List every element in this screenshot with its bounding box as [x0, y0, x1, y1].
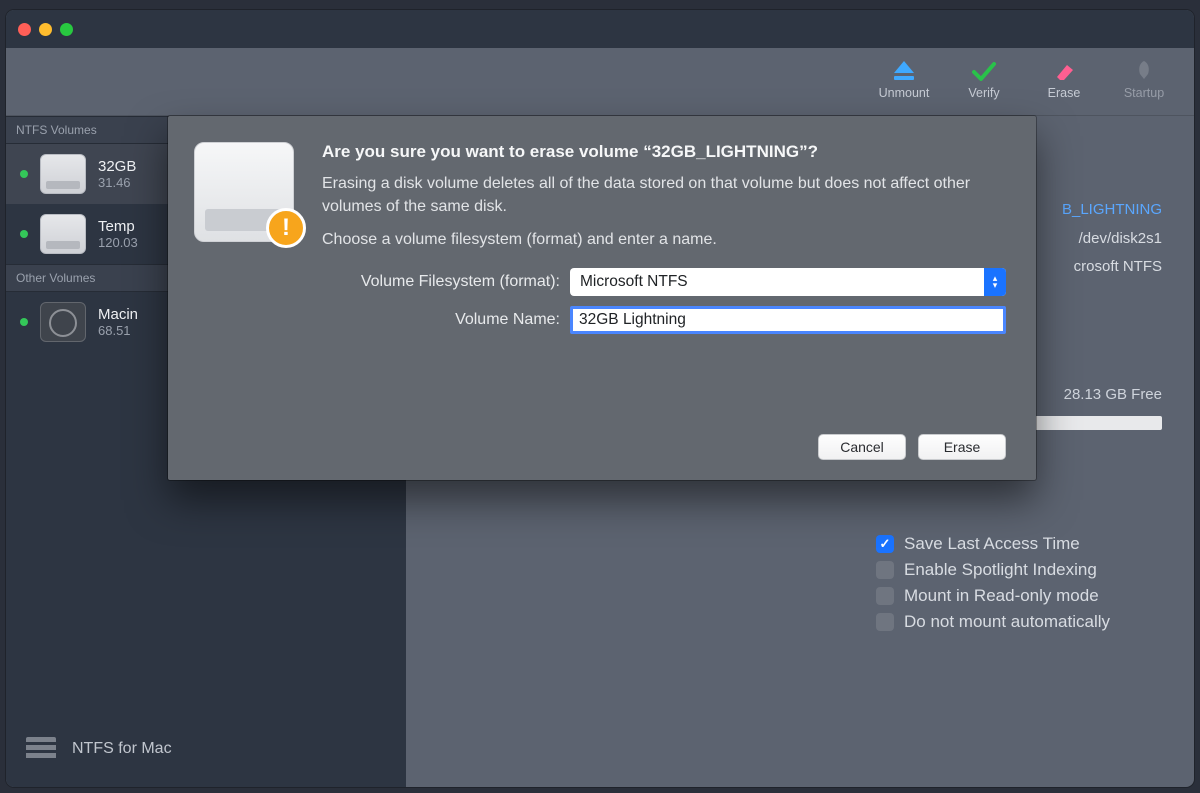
mount-options: Save Last Access Time Enable Spotlight I… — [876, 534, 1110, 632]
checkbox-icon[interactable] — [876, 587, 894, 605]
dialog-title: Are you sure you want to erase volume “3… — [322, 142, 1006, 162]
volume-sub: 120.03 — [98, 235, 138, 250]
startup-button: Startup — [1114, 58, 1174, 100]
dialog-icon: ! — [194, 142, 304, 242]
checkbox-icon[interactable] — [876, 535, 894, 553]
app-icon — [26, 737, 56, 761]
volume-name: Macin — [98, 306, 138, 323]
status-dot-icon — [20, 230, 28, 238]
app-name: NTFS for Mac — [72, 740, 172, 758]
toolbar-label: Startup — [1124, 86, 1164, 100]
button-label: Erase — [944, 439, 981, 455]
status-dot-icon — [20, 170, 28, 178]
option-label: Enable Spotlight Indexing — [904, 560, 1097, 580]
info-device-path: /dev/disk2s1 — [1062, 225, 1162, 254]
erase-dialog: ! Are you sure you want to erase volume … — [168, 116, 1036, 480]
name-label: Volume Name: — [322, 311, 570, 329]
minimize-icon[interactable] — [39, 23, 52, 36]
capacity-bar — [1028, 416, 1162, 430]
zoom-icon[interactable] — [60, 23, 73, 36]
volume-name-input[interactable]: 32GB Lightning — [570, 306, 1006, 334]
toolbar: Unmount Verify Erase Startup — [6, 48, 1194, 116]
volume-sub: 31.46 — [98, 175, 136, 190]
chevron-updown-icon[interactable] — [984, 268, 1006, 296]
toolbar-label: Erase — [1048, 86, 1081, 100]
info-volume-name: B_LIGHTNING — [1062, 196, 1162, 225]
button-label: Cancel — [840, 439, 884, 455]
input-value: 32GB Lightning — [579, 311, 686, 329]
info-filesystem: crosoft NTFS — [1062, 253, 1162, 282]
unmount-button[interactable]: Unmount — [874, 58, 934, 100]
option-label: Do not mount automatically — [904, 612, 1110, 632]
select-value: Microsoft NTFS — [580, 273, 688, 291]
drive-icon — [40, 214, 86, 254]
capacity-free: 28.13 GB Free — [1064, 386, 1162, 403]
option-label: Save Last Access Time — [904, 534, 1080, 554]
harddisk-icon — [40, 302, 86, 342]
sidebar-footer: NTFS for Mac — [6, 719, 406, 787]
format-label: Volume Filesystem (format): — [322, 273, 570, 291]
toolbar-label: Unmount — [879, 86, 930, 100]
cancel-button[interactable]: Cancel — [818, 434, 906, 460]
rocket-icon — [1129, 58, 1159, 84]
close-icon[interactable] — [18, 23, 31, 36]
check-icon — [969, 58, 999, 84]
verify-button[interactable]: Verify — [954, 58, 1014, 100]
checkbox-icon[interactable] — [876, 561, 894, 579]
drive-icon — [40, 154, 86, 194]
option-no-automount[interactable]: Do not mount automatically — [876, 612, 1110, 632]
erase-confirm-button[interactable]: Erase — [918, 434, 1006, 460]
erase-button[interactable]: Erase — [1034, 58, 1094, 100]
eject-icon — [889, 58, 919, 84]
volume-sub: 68.51 — [98, 323, 138, 338]
volume-name: Temp — [98, 218, 138, 235]
titlebar[interactable] — [6, 10, 1194, 48]
eraser-icon — [1049, 58, 1079, 84]
toolbar-label: Verify — [968, 86, 999, 100]
status-dot-icon — [20, 318, 28, 326]
dialog-text: Choose a volume filesystem (format) and … — [322, 228, 1006, 251]
warning-badge-icon: ! — [266, 208, 306, 248]
option-label: Mount in Read-only mode — [904, 586, 1099, 606]
checkbox-icon[interactable] — [876, 613, 894, 631]
volume-name: 32GB — [98, 158, 136, 175]
option-save-access-time[interactable]: Save Last Access Time — [876, 534, 1110, 554]
volume-info: B_LIGHTNING /dev/disk2s1 crosoft NTFS — [1062, 196, 1162, 282]
format-select[interactable]: Microsoft NTFS — [570, 268, 1006, 296]
option-readonly[interactable]: Mount in Read-only mode — [876, 586, 1110, 606]
option-spotlight[interactable]: Enable Spotlight Indexing — [876, 560, 1110, 580]
traffic-lights — [18, 23, 73, 36]
dialog-text: Erasing a disk volume deletes all of the… — [322, 172, 1006, 218]
